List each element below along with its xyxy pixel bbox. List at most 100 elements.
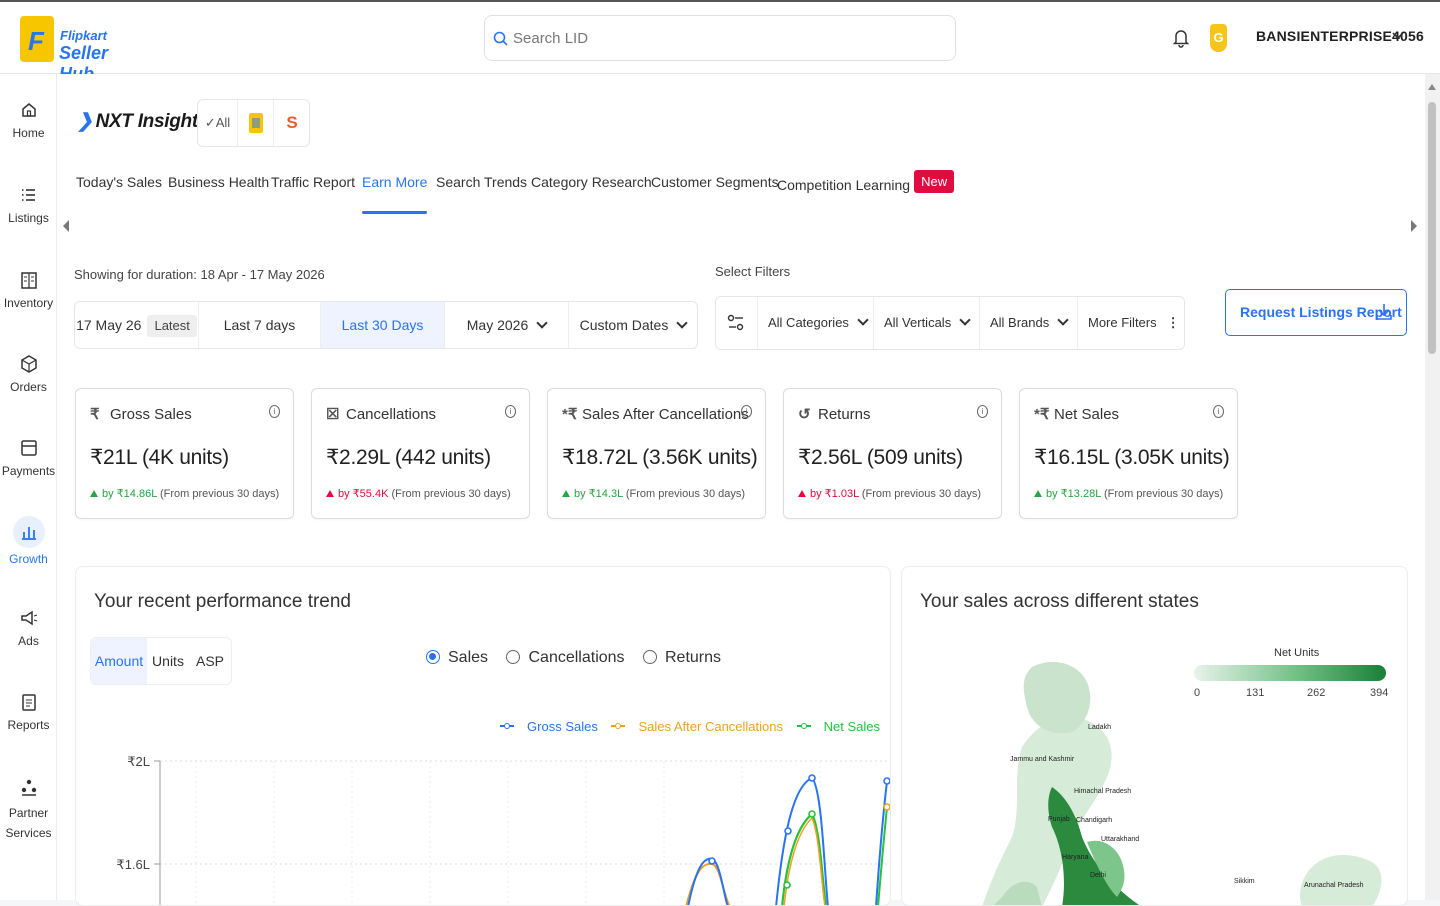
tab-traffic-report[interactable]: Traffic Report — [271, 174, 355, 214]
nav-payments[interactable]: Payments — [0, 438, 57, 478]
info-icon[interactable]: i — [977, 405, 988, 418]
kpi-delta: by ₹55.4K (From previous 30 days) — [326, 487, 511, 500]
nav-reports[interactable]: Reports — [0, 692, 57, 732]
trend-arrow-icon — [326, 490, 334, 497]
more-vertical-icon: ⋮ — [1166, 315, 1180, 330]
nav-growth[interactable]: Growth — [0, 516, 57, 566]
ads-icon — [20, 610, 37, 626]
kpi-icon: ₹ — [90, 406, 100, 423]
kpi-value: ₹2.56L (509 units) — [798, 446, 963, 469]
date-today[interactable]: 17 May 26 Latest — [75, 302, 199, 348]
chart-point — [808, 810, 816, 818]
search-box[interactable] — [484, 15, 956, 61]
kpi-card-cancellations[interactable]: ☒ Cancellations i ₹2.29L (442 units) by ₹55.… — [311, 388, 530, 519]
chevron-down-icon — [676, 317, 689, 329]
chevron-down-icon — [959, 314, 971, 326]
scroll-right-icon[interactable] — [1411, 220, 1417, 232]
chevron-down-icon[interactable] — [1392, 32, 1404, 40]
filter-settings-button[interactable] — [716, 297, 758, 349]
nav-label: Ads — [18, 634, 39, 648]
nav-ads[interactable]: Ads — [0, 608, 57, 648]
tab-search-trends[interactable]: Search Trends — [436, 174, 527, 214]
tab-competition-learning[interactable]: Competition Learning New — [777, 170, 955, 214]
reports-icon — [21, 694, 36, 711]
request-listings-report-button[interactable]: Request Listings Report — [1225, 289, 1407, 336]
nav-inventory[interactable]: Inventory — [0, 270, 57, 310]
kpi-card-net-sales[interactable]: *₹ Net Sales i ₹16.15L (3.05K units) by ₹13.… — [1019, 388, 1238, 519]
scroll-up-icon[interactable] — [1428, 84, 1436, 90]
kpi-icon: *₹ — [562, 406, 578, 423]
info-icon[interactable]: i — [1213, 405, 1224, 418]
state-label: Uttarakhand — [1101, 836, 1140, 843]
filter-verticals[interactable]: All Verticals — [874, 297, 980, 349]
flipkart-seller-hub-logo[interactable]: F Flipkart Seller Hub — [20, 14, 140, 84]
nav-orders[interactable]: Orders — [0, 354, 57, 394]
filter-brands[interactable]: All Brands — [980, 297, 1078, 349]
series-gross-sales-segment — [687, 857, 729, 905]
nav-partner-services[interactable]: Partner Services — [0, 777, 57, 843]
listings-icon — [21, 189, 35, 201]
nav-label: Reports — [7, 718, 50, 732]
kpi-delta: by ₹14.3L (From previous 30 days) — [562, 487, 745, 500]
notification-bell-icon[interactable] — [1172, 28, 1190, 48]
scroll-left-icon[interactable] — [63, 220, 69, 232]
chart-point — [708, 857, 716, 865]
state-label: Haryana — [1062, 854, 1089, 861]
state-label: Sikkim — [1234, 878, 1255, 885]
inventory-icon — [20, 272, 37, 289]
nav-label: Home — [12, 126, 45, 140]
chart-point — [808, 774, 816, 782]
nav-home[interactable]: Home — [0, 100, 57, 140]
states-sales-panel: Your sales across different states Net U… — [901, 566, 1408, 906]
filter-categories[interactable]: All Categories — [758, 297, 874, 349]
nav-label: Growth — [9, 552, 48, 566]
date-last-7-days[interactable]: Last 7 days — [199, 302, 321, 348]
tab-customer-segments[interactable]: Customer Segments — [651, 174, 779, 214]
chart-point — [783, 881, 791, 889]
brand-tab-shopsy[interactable]: S — [274, 100, 310, 146]
state-region-ladakh[interactable] — [1023, 662, 1091, 734]
kpi-value: ₹18.72L (3.56K units) — [562, 446, 758, 469]
flipkart-bag-icon: F — [20, 16, 54, 62]
state-label: Himachal Pradesh — [1074, 788, 1132, 795]
india-map — [982, 662, 1382, 906]
brand-switcher: ✓All S — [197, 99, 310, 147]
orders-icon — [20, 355, 37, 373]
info-icon[interactable]: i — [505, 405, 516, 418]
kpi-card-returns[interactable]: ↺ Returns i ₹2.56L (509 units) by ₹1.03L (Fr… — [783, 388, 1002, 519]
chart-point — [883, 777, 890, 785]
kpi-title: ☒ Cancellations — [326, 406, 437, 423]
info-icon[interactable]: i — [269, 405, 280, 418]
latest-tag: Latest — [147, 315, 197, 337]
kpi-card-sales-after-cancellations[interactable]: *₹ Sales After Cancellations i ₹18.72L (3.5… — [547, 388, 766, 519]
search-input[interactable] — [513, 26, 933, 50]
state-region-northeast[interactable] — [1300, 855, 1382, 906]
kpi-value: ₹21L (4K units) — [90, 446, 229, 469]
scrollbar-thumb[interactable] — [1428, 102, 1436, 354]
brand-tab-all[interactable]: ✓All — [198, 100, 238, 146]
nav-listings[interactable]: Listings — [0, 185, 57, 225]
kpi-value: ₹2.29L (442 units) — [326, 446, 491, 469]
logo-text-flipkart: Flipkart — [60, 28, 107, 43]
tab-business-health[interactable]: Business Health — [168, 174, 269, 214]
brand-tab-flipkart[interactable] — [238, 100, 274, 146]
tab-earn-more[interactable]: Earn More — [362, 174, 428, 214]
kpi-title: ₹ Gross Sales — [90, 406, 192, 423]
info-icon[interactable]: i — [741, 405, 752, 418]
kpi-card-gross-sales[interactable]: ₹ Gross Sales i ₹21L (4K units) by ₹14.86L (… — [75, 388, 294, 519]
kpi-delta: by ₹1.03L (From previous 30 days) — [798, 487, 981, 500]
date-last-30-days[interactable]: Last 30 Days — [321, 302, 445, 348]
page-scrollbar[interactable] — [1425, 74, 1440, 900]
date-month-dropdown[interactable]: May 2026 — [445, 302, 569, 348]
tab-category-research[interactable]: Category Research — [531, 174, 652, 214]
date-custom-dropdown[interactable]: Custom Dates — [569, 302, 697, 348]
chevron-down-icon — [536, 317, 548, 329]
main-content: ❯ NXT Insights ✓All S Today's Sales Busin… — [57, 74, 1425, 906]
state-label: Arunachal Pradesh — [1304, 882, 1364, 889]
nav-label: Orders — [10, 380, 47, 394]
tab-todays-sales[interactable]: Today's Sales — [76, 174, 162, 214]
chart-point — [883, 803, 890, 811]
account-badge[interactable]: G — [1210, 24, 1227, 52]
filter-more[interactable]: More Filters ⋮ — [1078, 297, 1184, 349]
trend-arrow-icon — [1034, 490, 1042, 497]
